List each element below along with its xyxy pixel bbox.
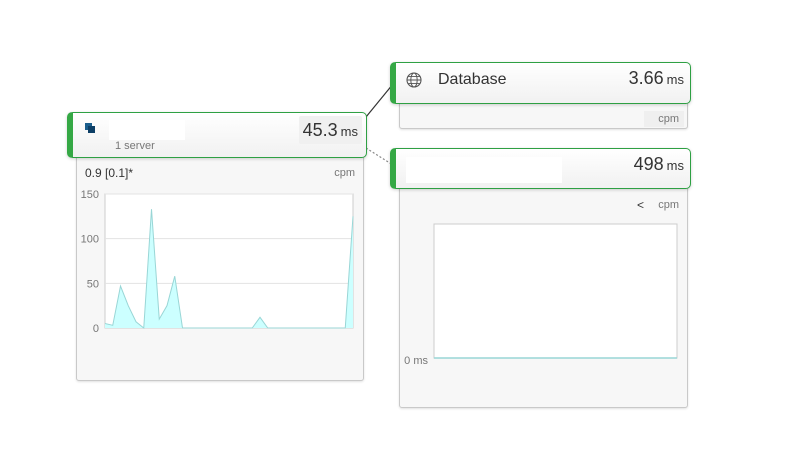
app-chart-y-tick: 150 [81,189,99,201]
app-name-redacted [109,120,185,140]
connector-app-external [365,147,394,166]
database-time-value: 3.66 [628,68,664,88]
globe-icon [406,72,422,88]
database-title: Database [438,71,507,88]
app-detail-panel: 0.9 [0.1]* cpm 150 100 50 0 [76,150,364,381]
app-chart-y-tick: 100 [81,234,99,246]
connector-app-database [365,83,394,118]
app-chart-y-tick: 0 [93,323,99,335]
app-rate-text: 0.9 [0.1]* [85,166,134,180]
external-time-unit: ms [666,158,684,173]
app-throughput-chart: 150 100 50 0 [81,189,354,335]
app-time-unit: ms [340,124,358,139]
database-time-unit: ms [666,72,684,87]
app-time-value: 45.3 [302,120,338,140]
app-chart-plot-area [104,193,354,329]
external-response-time: 498 ms [634,154,684,175]
external-chart-plot-area [433,223,678,359]
external-detail-panel: < cpm 0 ms [399,182,688,408]
server-stack-icon [85,123,95,133]
external-name-redacted [406,157,562,183]
app-server-count: 1 server [115,140,155,152]
app-time-box: 45.3 ms [298,116,362,144]
database-rate-unit: cpm [658,113,679,125]
app-node-header[interactable]: 1 server 45.3 ms [67,112,367,158]
external-node-header[interactable]: 498 ms [390,148,691,189]
app-response-time: 45.3 ms [303,120,358,140]
external-chart-y-label: 0 ms [404,355,428,367]
external-time-value: 498 [633,154,664,174]
database-response-time: 3.66 ms [629,68,684,89]
app-rate-unit: cpm [334,167,355,179]
database-node-header[interactable]: Database 3.66 ms [390,62,691,104]
app-chart-y-tick: 50 [87,278,99,290]
external-response-chart: 0 ms [404,223,678,367]
